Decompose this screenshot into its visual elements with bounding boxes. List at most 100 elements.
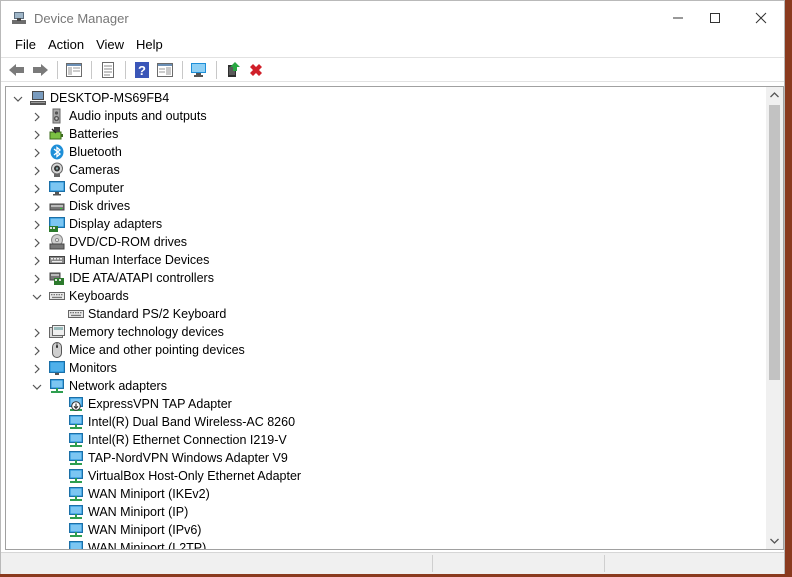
- device-item-label: Intel(R) Ethernet Connection I219-V: [88, 433, 287, 447]
- device-tree: DESKTOP-MS69FB4 Audio inputs and outputs B…: [6, 87, 766, 550]
- device-item-label: VirtualBox Host-Only Ethernet Adapter: [88, 469, 302, 483]
- chevron-down-icon[interactable]: [13, 93, 23, 103]
- scroll-up-button[interactable]: [766, 87, 783, 103]
- chevron-right-icon[interactable]: [32, 219, 42, 230]
- device-category[interactable]: Display adapters: [6, 215, 766, 233]
- device-item[interactable]: ExpressVPN TAP Adapter: [6, 395, 766, 413]
- back-arrow-icon[interactable]: [6, 59, 28, 81]
- tree-root-node[interactable]: DESKTOP-MS69FB4: [6, 89, 766, 107]
- network-adapter-icon: [68, 450, 84, 466]
- scroll-down-button[interactable]: [766, 533, 783, 549]
- chevron-right-icon[interactable]: [32, 147, 42, 158]
- device-category[interactable]: IDE ATA/ATAPI controllers: [6, 269, 766, 287]
- speaker-icon: [49, 108, 65, 124]
- device-category[interactable]: Monitors: [6, 359, 766, 377]
- device-category-label: Monitors: [69, 361, 117, 375]
- device-category[interactable]: Bluetooth: [6, 143, 766, 161]
- device-category-label: Bluetooth: [69, 145, 122, 159]
- device-category-label: Disk drives: [69, 199, 131, 213]
- chevron-right-icon[interactable]: [32, 345, 42, 356]
- chevron-right-icon[interactable]: [32, 183, 42, 194]
- close-button[interactable]: [738, 1, 784, 35]
- device-category[interactable]: DVD/CD-ROM drives: [6, 233, 766, 251]
- mouse-icon: [49, 342, 65, 358]
- chevron-down-icon[interactable]: [32, 381, 42, 391]
- device-category[interactable]: Keyboards: [6, 287, 766, 305]
- device-category[interactable]: Cameras: [6, 161, 766, 179]
- status-bar-segment: [3, 555, 433, 572]
- root-computer-icon: [30, 90, 46, 106]
- toolbar-separator: [125, 60, 126, 79]
- bluetooth-icon: [49, 144, 65, 160]
- ide-controller-icon: [49, 270, 65, 286]
- network-adapter-icon: [49, 378, 65, 394]
- device-category[interactable]: Disk drives: [6, 197, 766, 215]
- device-tree-panel: DESKTOP-MS69FB4 Audio inputs and outputs B…: [5, 86, 784, 550]
- window-title: Device Manager: [34, 11, 129, 26]
- menu-help[interactable]: Help: [130, 35, 169, 56]
- device-item[interactable]: VirtualBox Host-Only Ethernet Adapter: [6, 467, 766, 485]
- device-item-label: Intel(R) Dual Band Wireless-AC 8260: [88, 415, 296, 429]
- device-category[interactable]: Audio inputs and outputs: [6, 107, 766, 125]
- menu-view[interactable]: View: [90, 35, 130, 56]
- chevron-right-icon[interactable]: [32, 255, 42, 266]
- update-driver-icon[interactable]: [222, 59, 244, 81]
- chevron-right-icon[interactable]: [32, 327, 42, 338]
- device-category[interactable]: Batteries: [6, 125, 766, 143]
- device-item[interactable]: Intel(R) Ethernet Connection I219-V: [6, 431, 766, 449]
- device-item[interactable]: WAN Miniport (IKEv2): [6, 485, 766, 503]
- device-item-label: WAN Miniport (L2TP): [88, 541, 207, 550]
- tree-root-label: DESKTOP-MS69FB4: [50, 91, 170, 105]
- chevron-right-icon[interactable]: [32, 111, 42, 122]
- device-item[interactable]: Standard PS/2 Keyboard: [6, 305, 766, 323]
- chevron-right-icon[interactable]: [32, 129, 42, 140]
- chevron-right-icon[interactable]: [32, 363, 42, 374]
- network-adapter-icon: [68, 414, 84, 430]
- vertical-scrollbar[interactable]: [766, 87, 783, 549]
- battery-icon: [49, 126, 65, 142]
- properties-icon[interactable]: [97, 59, 119, 81]
- scroll-thumb[interactable]: [769, 105, 780, 380]
- dvd-drive-icon: [49, 234, 65, 250]
- device-item[interactable]: WAN Miniport (L2TP): [6, 539, 766, 550]
- device-item[interactable]: WAN Miniport (IP): [6, 503, 766, 521]
- device-category[interactable]: Human Interface Devices: [6, 251, 766, 269]
- chevron-right-icon[interactable]: [32, 165, 42, 176]
- device-category-label: Computer: [69, 181, 124, 195]
- device-item[interactable]: TAP-NordVPN Windows Adapter V9: [6, 449, 766, 467]
- chevron-right-icon[interactable]: [32, 237, 42, 248]
- device-category[interactable]: Network adapters: [6, 377, 766, 395]
- chevron-down-icon[interactable]: [32, 291, 42, 301]
- device-category-label: Cameras: [69, 163, 120, 177]
- toolbar-separator: [182, 60, 183, 79]
- device-category-label: DVD/CD-ROM drives: [69, 235, 188, 249]
- menu-action[interactable]: Action: [42, 35, 90, 56]
- network-adapter-icon: [68, 522, 84, 538]
- network-adapter-disabled-icon: [68, 396, 84, 412]
- show-hide-console-tree-icon[interactable]: [63, 59, 85, 81]
- chevron-right-icon[interactable]: [32, 273, 42, 284]
- menu-bar: File Action View Help: [1, 35, 784, 56]
- device-manager-window: Device Manager File Action View Help ? D…: [0, 0, 785, 574]
- device-item-label: TAP-NordVPN Windows Adapter V9: [88, 451, 288, 465]
- maximize-button[interactable]: [692, 1, 738, 35]
- device-manager-app-icon: [11, 10, 27, 26]
- device-category[interactable]: Mice and other pointing devices: [6, 341, 766, 359]
- device-category-label: Memory technology devices: [69, 325, 224, 339]
- device-item-label: WAN Miniport (IP): [88, 505, 189, 519]
- device-item[interactable]: WAN Miniport (IPv6): [6, 521, 766, 539]
- uninstall-device-icon[interactable]: [245, 59, 267, 81]
- help-icon[interactable]: ?: [131, 59, 153, 81]
- device-item[interactable]: Intel(R) Dual Band Wireless-AC 8260: [6, 413, 766, 431]
- device-category-label: Audio inputs and outputs: [69, 109, 207, 123]
- forward-arrow-icon[interactable]: [29, 59, 51, 81]
- title-bar[interactable]: Device Manager: [1, 1, 784, 35]
- device-category[interactable]: Computer: [6, 179, 766, 197]
- keyboard-icon: [49, 288, 65, 304]
- menu-file[interactable]: File: [9, 35, 42, 56]
- chevron-right-icon[interactable]: [32, 201, 42, 212]
- device-category-label: Network adapters: [69, 379, 167, 393]
- device-category[interactable]: Memory technology devices: [6, 323, 766, 341]
- scan-hardware-icon[interactable]: [188, 59, 210, 81]
- action-pane-icon[interactable]: [154, 59, 176, 81]
